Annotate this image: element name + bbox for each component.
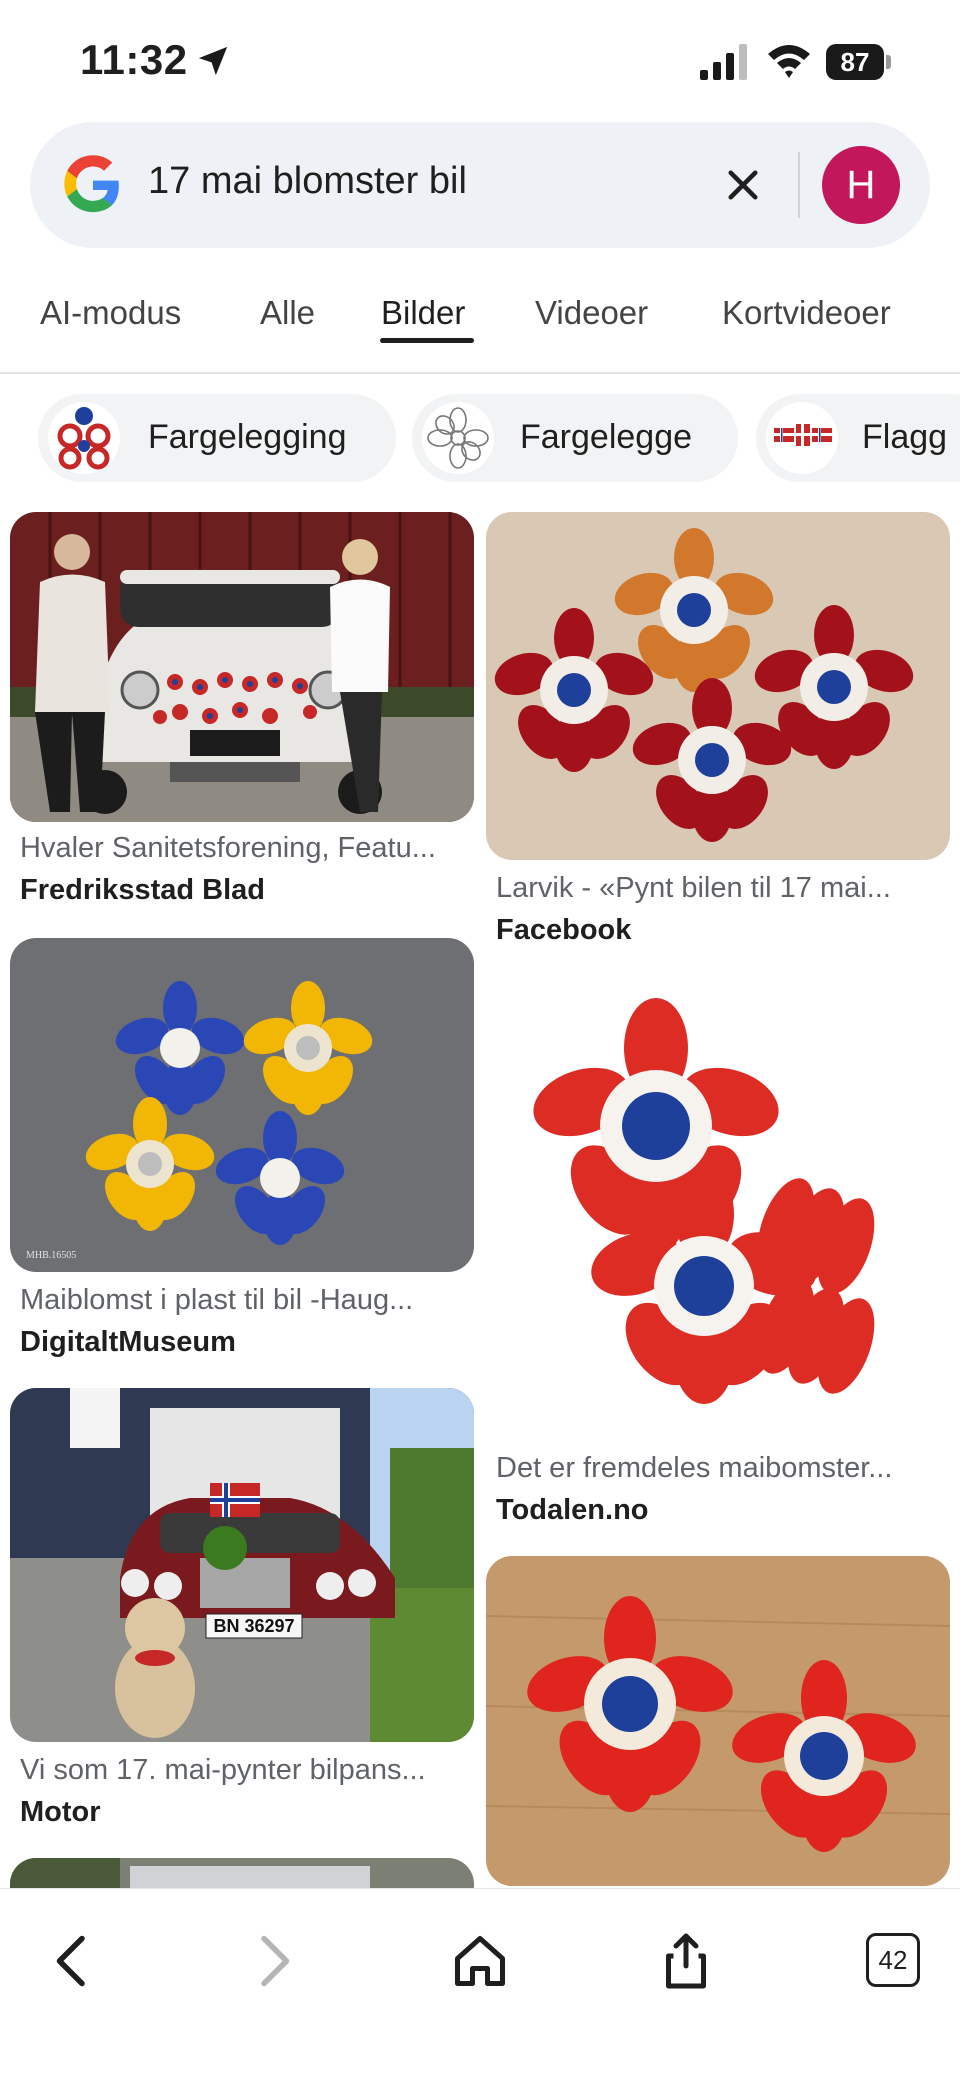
tab-ai-mode[interactable]: AI-modus (40, 294, 181, 332)
forward-icon[interactable] (244, 1931, 304, 1991)
result-image-6[interactable] (486, 1556, 950, 1886)
account-avatar[interactable]: H (822, 146, 900, 224)
home-icon[interactable] (450, 1931, 510, 1991)
chip-fargelegge[interactable]: Fargelegge (412, 394, 738, 482)
search-query[interactable]: 17 mai blomster bil (148, 160, 467, 203)
chip-fargelegging[interactable]: Fargelegging (38, 394, 396, 482)
share-icon[interactable] (656, 1931, 716, 1991)
location-arrow-icon (198, 46, 228, 76)
museum-id-label: MHB.16505 (26, 1250, 76, 1261)
tab-short-videos[interactable]: Kortvideoer (722, 294, 891, 332)
tab-images[interactable]: Bilder (381, 294, 465, 332)
result-source[interactable]: Facebook (496, 914, 631, 947)
search-divider (798, 152, 800, 218)
result-caption[interactable]: Hvaler Sanitetsforening, Featu... (20, 832, 436, 865)
google-logo-icon (64, 155, 119, 213)
search-bar[interactable]: 17 mai blomster bil H (30, 122, 930, 248)
result-image-7[interactable] (10, 1858, 474, 1888)
chip-thumbnail (766, 402, 838, 474)
result-image-3[interactable]: MHB.16505 (10, 938, 474, 1272)
result-image-4[interactable] (486, 966, 950, 1430)
chip-label: Fargelegging (148, 418, 347, 456)
license-plate-text: BN 36297 (213, 1616, 294, 1636)
chip-flagg[interactable]: Flagg (756, 394, 960, 482)
tabs-divider (0, 372, 960, 374)
tab-switcher-button[interactable]: 42 (866, 1933, 920, 1987)
result-source[interactable]: Todalen.no (496, 1494, 649, 1527)
clear-search-icon[interactable] (722, 164, 764, 206)
clock: 11:32 (80, 36, 188, 83)
status-bar: 11:32 87 (0, 0, 960, 120)
result-caption[interactable]: Vi som 17. mai-pynter bilpans... (20, 1754, 426, 1787)
tab-videos[interactable]: Videoer (535, 294, 648, 332)
chip-thumbnail (422, 402, 494, 474)
result-caption[interactable]: Maiblomst i plast til bil -Haug... (20, 1284, 413, 1317)
chip-label: Fargelegge (520, 418, 693, 456)
result-caption[interactable]: Det er fremdeles maibomster... (496, 1452, 892, 1485)
chip-thumbnail (48, 402, 120, 474)
back-icon[interactable] (42, 1931, 102, 1991)
wifi-icon (768, 45, 810, 78)
active-tab-indicator (380, 338, 474, 343)
result-source[interactable]: DigitaltMuseum (20, 1326, 236, 1359)
result-image-1[interactable] (10, 512, 474, 822)
result-source[interactable]: Motor (20, 1796, 101, 1829)
battery-icon: 87 (826, 44, 892, 80)
result-source[interactable]: Fredriksstad Blad (20, 874, 265, 907)
result-image-2[interactable] (486, 512, 950, 860)
battery-level: 87 (826, 44, 884, 80)
result-image-5[interactable]: BN 36297 (10, 1388, 474, 1742)
browser-toolbar: 42 (0, 1888, 960, 2079)
result-caption[interactable]: Larvik - «Pynt bilen til 17 mai... (496, 872, 891, 905)
cellular-signal-icon (700, 44, 747, 80)
tab-all[interactable]: Alle (260, 294, 315, 332)
search-type-tabs: AI-modus Alle Bilder Videoer Kortvideoer (0, 280, 960, 374)
chip-label: Flagg (862, 418, 948, 456)
